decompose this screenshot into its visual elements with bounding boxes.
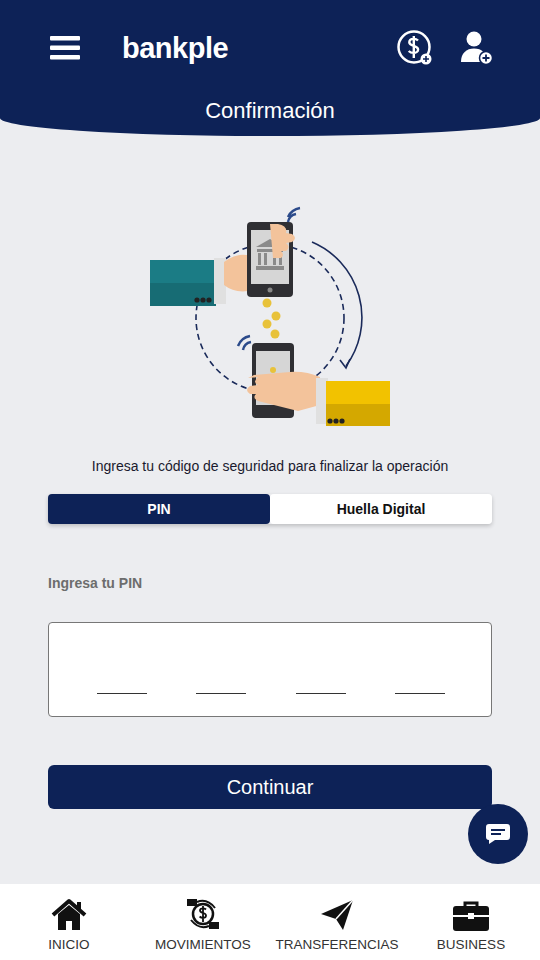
nav-label: TRANSFERENCIAS <box>275 937 398 952</box>
nav-item[interactable]: TRANSFERENCIAS <box>270 884 404 960</box>
user-add-icon <box>460 30 494 66</box>
confirmation-content: Ingresa tu código de seguridad para fina… <box>0 136 540 884</box>
pin-slot[interactable] <box>97 663 147 694</box>
top-bar: bankple <box>0 0 540 96</box>
menu-button[interactable] <box>50 34 80 62</box>
nav-item[interactable]: MOVIMIENTOS <box>136 884 270 960</box>
add-user-button[interactable] <box>460 30 494 66</box>
header: bankple Confirmación <box>0 0 540 136</box>
nav-label: MOVIMIENTOS <box>155 937 251 952</box>
app-screen: bankple Confirmación Ingresa tu código d… <box>0 0 540 960</box>
instruction-text: Ingresa tu código de seguridad para fina… <box>92 458 448 474</box>
money-exchange-icon <box>184 896 222 932</box>
pin-dot <box>116 672 128 684</box>
hamburger-icon <box>50 34 80 62</box>
bottom-nav: INICIO MOVIMIENTOS TRANSFERENCIAS BUSINE… <box>0 884 540 960</box>
page-title: Confirmación <box>0 96 540 126</box>
chat-button[interactable] <box>468 804 528 864</box>
add-money-button[interactable] <box>396 29 434 67</box>
home-icon <box>51 898 87 932</box>
phone-transfer-icon <box>145 205 395 430</box>
auth-tab[interactable]: Huella Digital <box>270 494 492 524</box>
pin-dot <box>414 672 426 684</box>
dollar-add-icon <box>396 29 434 67</box>
chat-icon <box>485 823 511 845</box>
auth-tab[interactable]: PIN <box>48 494 270 524</box>
pin-slot[interactable] <box>196 663 246 694</box>
briefcase-icon <box>452 900 490 932</box>
pin-slot[interactable] <box>395 663 445 694</box>
transfer-illustration <box>145 205 395 430</box>
nav-item[interactable]: INICIO <box>2 884 136 960</box>
auth-method-tabs: PINHuella Digital <box>48 494 492 524</box>
nav-label: INICIO <box>48 937 89 952</box>
paper-plane-icon <box>319 898 355 932</box>
continue-button[interactable]: Continuar <box>48 765 492 809</box>
nav-label: BUSINESS <box>437 937 505 952</box>
pin-input[interactable] <box>48 622 492 717</box>
pin-dot <box>215 672 227 684</box>
pin-label: Ingresa tu PIN <box>48 575 142 591</box>
logo[interactable]: bankple <box>122 32 228 65</box>
pin-slot[interactable] <box>296 663 346 694</box>
nav-item[interactable]: BUSINESS <box>404 884 538 960</box>
pin-dot <box>315 672 327 684</box>
